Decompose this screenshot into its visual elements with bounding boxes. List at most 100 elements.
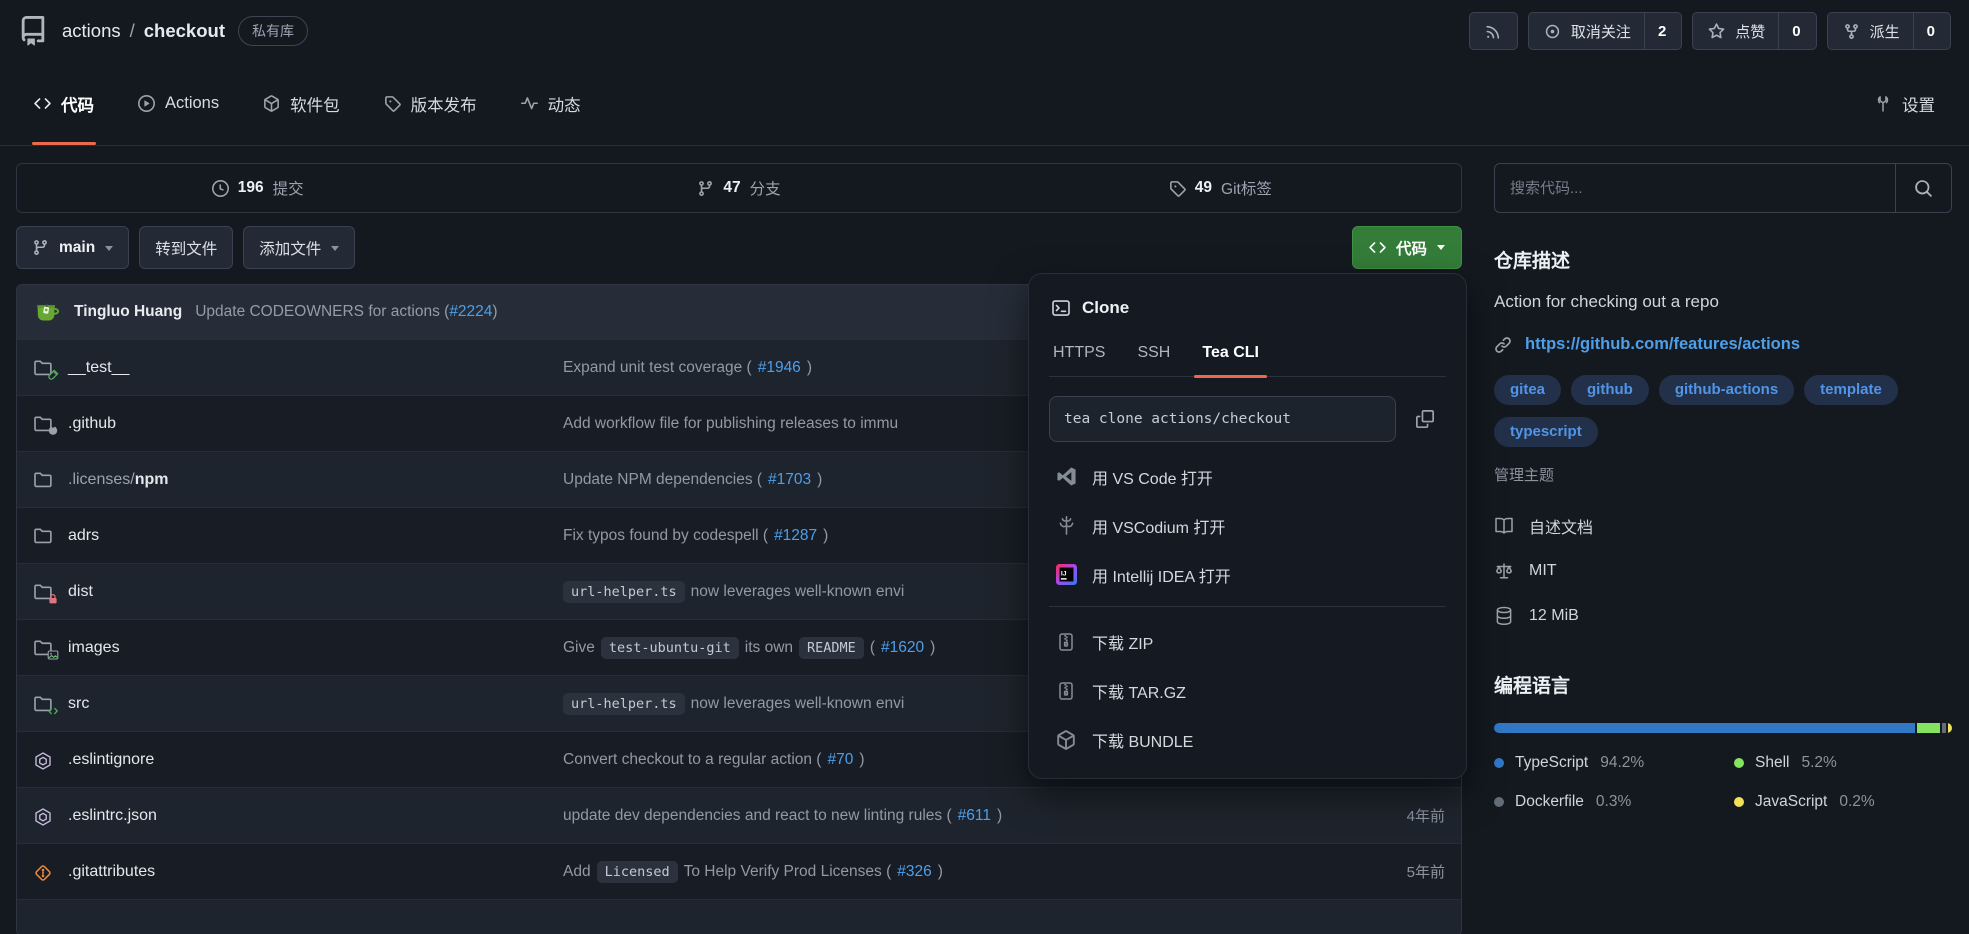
add-file-label: 添加文件: [259, 237, 321, 259]
stat-tags[interactable]: 49 Git标签: [980, 177, 1461, 199]
stat-branches[interactable]: 47分支: [498, 177, 979, 199]
commit-message[interactable]: Update CODEOWNERS for actions (#2224): [195, 303, 497, 321]
manage-topics-link[interactable]: 管理主题: [1494, 464, 1554, 485]
stat-commits[interactable]: 196提交: [17, 177, 498, 199]
pr-link[interactable]: #1703: [768, 471, 811, 489]
file-link[interactable]: src: [68, 695, 89, 713]
tab-label: 代码: [61, 92, 94, 116]
website-link[interactable]: https://github.com/features/actions: [1525, 335, 1800, 354]
repo-owner-link[interactable]: actions: [62, 20, 121, 42]
search-icon: [1914, 179, 1933, 198]
fork-button[interactable]: 派生 0: [1827, 12, 1951, 50]
idea-icon: IJ: [1055, 564, 1077, 585]
open-with-item[interactable]: 用 VS Code 打开: [1049, 452, 1446, 501]
pr-link[interactable]: #1287: [774, 527, 817, 545]
pr-link[interactable]: #70: [827, 751, 853, 769]
avatar[interactable]: [33, 298, 61, 326]
zip-icon: [1055, 681, 1077, 701]
file-row[interactable]: .gitattributesAdd Licensed To Help Verif…: [17, 843, 1461, 899]
clone-tab-tea-cli[interactable]: Tea CLI: [1202, 344, 1259, 376]
star-count[interactable]: 0: [1778, 13, 1800, 49]
tab-settings[interactable]: 设置: [1864, 62, 1945, 145]
tab-code[interactable]: 代码: [24, 62, 104, 145]
vscodium-icon: [1055, 515, 1077, 536]
file-row-partial: [17, 899, 1461, 934]
file-link[interactable]: dist: [68, 583, 93, 601]
pr-link[interactable]: #1620: [881, 639, 924, 657]
download-item[interactable]: 下载 TAR.GZ: [1049, 666, 1446, 715]
open-with-item[interactable]: IJ用 Intellij IDEA 打开: [1049, 550, 1446, 599]
clone-command-input[interactable]: [1049, 396, 1396, 442]
lang-legend-dockerfile[interactable]: Dockerfile0.3%: [1494, 793, 1734, 811]
code-button-label: 代码: [1396, 237, 1427, 259]
lang-legend-javascript[interactable]: JavaScript0.2%: [1734, 793, 1952, 811]
file-row[interactable]: .eslintrc.jsonupdate dev dependencies an…: [17, 787, 1461, 843]
branch-selector[interactable]: main: [16, 226, 129, 269]
menu-item-label: 下载 ZIP: [1092, 630, 1153, 654]
copy-button[interactable]: [1404, 398, 1446, 440]
clone-protocol-tabs: HTTPS SSH Tea CLI: [1049, 344, 1446, 377]
search-input[interactable]: [1495, 164, 1895, 212]
goto-file-label: 转到文件: [155, 237, 217, 259]
file-link[interactable]: .github: [68, 415, 116, 433]
download-item[interactable]: 下载 ZIP: [1049, 617, 1446, 666]
stat-label: Git标签: [1221, 177, 1272, 199]
topic-gitea[interactable]: gitea: [1494, 375, 1561, 405]
lang-legend-typescript[interactable]: TypeScript94.2%: [1494, 754, 1734, 772]
lang-pct: 5.2%: [1801, 754, 1836, 772]
file-link[interactable]: .eslintrc.json: [68, 807, 157, 825]
file-link[interactable]: adrs: [68, 527, 99, 545]
folder-code-icon: [33, 694, 55, 714]
open-with-menu: 用 VS Code 打开用 VSCodium 打开IJ用 Intellij ID…: [1049, 452, 1446, 599]
rss-button[interactable]: [1469, 12, 1518, 50]
file-link[interactable]: images: [68, 639, 120, 657]
topic-github-actions[interactable]: github-actions: [1659, 375, 1794, 405]
settings-label: 设置: [1902, 92, 1935, 116]
pr-link[interactable]: #611: [958, 807, 991, 825]
code-dropdown-button[interactable]: 代码: [1352, 226, 1462, 269]
topic-typescript[interactable]: typescript: [1494, 417, 1598, 447]
clone-tab-ssh[interactable]: SSH: [1137, 344, 1170, 376]
meta-book[interactable]: 自述文档: [1494, 503, 1952, 548]
download-item[interactable]: 下载 BUNDLE: [1049, 715, 1446, 764]
watch-count[interactable]: 2: [1644, 13, 1666, 49]
tab-packages[interactable]: 软件包: [253, 62, 350, 145]
gitea-repo-page: actions / checkout 私有库 取消关注 2 点赞 0 派生 0: [0, 0, 1969, 934]
lang-segment-javascript: [1948, 723, 1952, 733]
tab-label: Actions: [165, 94, 219, 113]
code-chip: Licensed: [597, 861, 678, 883]
pr-link[interactable]: #1946: [758, 359, 801, 377]
menu-divider: [1049, 606, 1446, 607]
commit-pr-link[interactable]: #2224: [449, 303, 492, 320]
meta-db[interactable]: 12 MiB: [1494, 593, 1952, 638]
clone-tab-https[interactable]: HTTPS: [1053, 344, 1105, 376]
tab-activity[interactable]: 动态: [511, 62, 591, 145]
file-link[interactable]: .licenses/npm: [68, 471, 168, 489]
tab-actions[interactable]: Actions: [128, 62, 229, 145]
topic-template[interactable]: template: [1804, 375, 1898, 405]
commit-author[interactable]: Tingluo Huang: [74, 303, 182, 321]
file-link[interactable]: __test__: [68, 359, 129, 377]
lang-segment-dockerfile: [1942, 723, 1946, 733]
file-link[interactable]: .gitattributes: [68, 863, 155, 881]
file-link[interactable]: .eslintignore: [68, 751, 154, 769]
repo-name-link[interactable]: checkout: [144, 20, 225, 42]
search-button[interactable]: [1895, 164, 1951, 212]
lang-dot-icon: [1494, 758, 1504, 768]
vscode-icon: [1055, 466, 1077, 487]
open-with-item[interactable]: 用 VSCodium 打开: [1049, 501, 1446, 550]
star-button[interactable]: 点赞 0: [1692, 12, 1816, 50]
pr-link[interactable]: #326: [897, 863, 931, 881]
meta-law[interactable]: MIT: [1494, 548, 1952, 593]
add-file-button[interactable]: 添加文件: [243, 226, 355, 269]
topic-github[interactable]: github: [1571, 375, 1649, 405]
stat-value: 49: [1195, 179, 1212, 197]
unwatch-button[interactable]: 取消关注 2: [1528, 12, 1682, 50]
lang-name: Dockerfile: [1515, 793, 1584, 811]
goto-file-button[interactable]: 转到文件: [139, 226, 233, 269]
lang-legend-shell[interactable]: Shell5.2%: [1734, 754, 1952, 772]
tab-releases[interactable]: 版本发布: [374, 62, 487, 145]
code-chip: test-ubuntu-git: [601, 637, 739, 659]
fork-count[interactable]: 0: [1913, 13, 1935, 49]
repo-book-icon: [18, 16, 48, 46]
